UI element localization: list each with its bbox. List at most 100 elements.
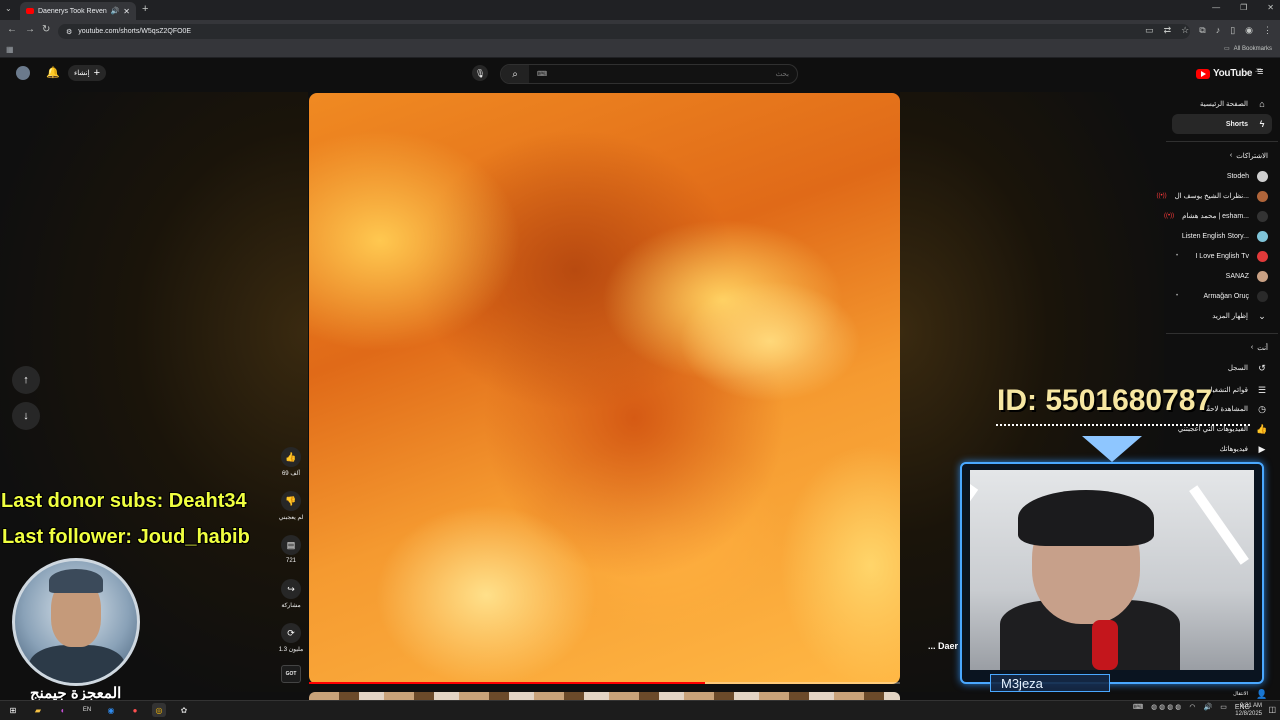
channel-avatar <box>1257 270 1268 282</box>
tray-keyboard-icon[interactable]: ⌨ <box>1133 703 1143 711</box>
streamer-hat-shape <box>49 569 103 593</box>
site-info-icon[interactable]: ⚙ <box>66 28 72 36</box>
close-tab-icon[interactable]: ✕ <box>123 7 130 16</box>
notifications-bell-icon[interactable]: 🔔 <box>46 66 60 79</box>
you-section-header[interactable]: ‹ أنت <box>1172 344 1272 352</box>
system-tray: ⌨ ◍ ◍ ◍ ◍ ◠ 🔊 ▭ ENG <box>1133 703 1250 712</box>
sidebar-subscription-item[interactable]: ((•)) محمد هشام | esham... <box>1164 206 1272 226</box>
tab-list-icon[interactable]: ⌄ <box>5 4 12 13</box>
reload-icon[interactable]: ↻ <box>42 24 50 35</box>
account-avatar[interactable] <box>16 66 30 80</box>
search-input[interactable] <box>547 70 797 78</box>
taskbar-clock[interactable]: 9:31 AM 12/8/2025 <box>1235 702 1262 718</box>
hamburger-menu-icon[interactable]: ≡ <box>1257 66 1263 78</box>
sidebar-item-shorts[interactable]: Shorts ϟ <box>1172 114 1272 134</box>
translate-icon[interactable]: ⇄ <box>1164 25 1172 36</box>
subscription-name: SANAZ <box>1225 272 1249 280</box>
share-icon[interactable]: ↪ <box>281 579 301 599</box>
wifi-icon[interactable]: ◠ <box>1189 703 1195 711</box>
chevron-left-icon: ‹ <box>1250 344 1254 351</box>
stream-id-underline <box>996 420 1250 426</box>
sidebar-subscription-item[interactable]: Stodeh <box>1172 166 1272 186</box>
channel-avatar <box>1257 210 1268 222</box>
sidebar-toggle-icon[interactable]: ▯ <box>1230 25 1235 36</box>
clock-icon: ◷ <box>1258 403 1266 414</box>
video-progress-bar[interactable] <box>309 682 900 684</box>
arrow-down-icon: ↓ <box>23 410 29 422</box>
keyboard-layout-icon[interactable]: EN <box>80 703 94 717</box>
profile-icon[interactable]: ◉ <box>1245 25 1253 36</box>
sidebar-item-history[interactable]: السجل ↺ <box>1172 358 1272 378</box>
subscription-name: محمد هشام | esham... <box>1182 213 1249 220</box>
like-action[interactable]: 👍 69 ألف <box>276 447 306 477</box>
sidebar-subscription-item[interactable]: ((•)) نظرات الشيخ يوسف ال... <box>1156 186 1272 206</box>
remix-icon[interactable]: ⟳ <box>281 623 301 643</box>
app-red-icon[interactable]: ● <box>128 703 142 717</box>
bookmarks-bar <box>0 42 1280 58</box>
maximize-icon[interactable]: ❐ <box>1240 3 1247 12</box>
volume-icon[interactable]: 🔊 <box>1203 703 1212 711</box>
previous-short-button[interactable]: ↑ <box>12 366 40 394</box>
bookmark-star-icon[interactable]: ☆ <box>1181 25 1189 36</box>
search-icon[interactable]: ⌕ <box>501 65 529 83</box>
folder-icon: ▭ <box>1223 46 1230 52</box>
shorts-video-player[interactable] <box>309 93 900 684</box>
address-bar[interactable]: ⚙ youtube.com/shorts/W5qsZ2QFO0E <box>58 24 1190 39</box>
playlist-icon: ☰ <box>1257 384 1267 395</box>
next-short-button[interactable]: ↓ <box>12 402 40 430</box>
chrome-icon[interactable]: ◎ <box>152 703 166 717</box>
file-explorer-icon[interactable]: ▰ <box>31 703 45 717</box>
extensions-icon[interactable]: ⧉ <box>1199 25 1205 36</box>
sidebar-item-home[interactable]: الصفحة الرئيسية ⌂ <box>1172 94 1272 114</box>
comment-icon[interactable]: ▤ <box>281 535 301 555</box>
minimize-icon[interactable]: — <box>1212 3 1220 12</box>
thumbs-down-icon[interactable]: 👎 <box>281 491 301 511</box>
notifications-icon[interactable]: ◫ <box>1268 705 1276 714</box>
dislike-action[interactable]: 👎 لم يعجبني <box>276 491 306 521</box>
show-more-button[interactable]: إظهار المزيد ⌄ <box>1172 306 1272 326</box>
youtube-logo[interactable]: YouTube JO <box>1196 68 1262 79</box>
battery-icon[interactable]: ▭ <box>1220 703 1227 711</box>
plus-icon: + <box>93 67 100 79</box>
tray-app-icons[interactable]: ◍ ◍ ◍ ◍ <box>1151 703 1181 711</box>
new-content-dot-icon: • <box>1176 293 1179 299</box>
sidebar-subscription-item[interactable]: • Armağan Oruç <box>1172 286 1272 306</box>
create-button[interactable]: إنشاء + <box>68 65 106 81</box>
sidebar-subscription-item[interactable]: SANAZ <box>1172 266 1272 286</box>
new-tab-button[interactable]: + <box>142 3 148 15</box>
subscription-name: Stodeh <box>1226 172 1249 180</box>
ring-light-left-shape <box>970 484 979 564</box>
sidebar-subscription-item[interactable]: • I Love English Tv <box>1172 246 1272 266</box>
new-content-dot-icon: • <box>1176 253 1179 259</box>
browser-tab[interactable]: Daenerys Took Revenge 🔊 ✕ <box>20 2 136 20</box>
share-action[interactable]: ↪ مشاركة <box>276 579 306 609</box>
app-icon[interactable]: ◐ <box>56 703 70 717</box>
thumbs-up-icon[interactable]: 👍 <box>281 447 301 467</box>
home-icon: ⌂ <box>1259 99 1265 109</box>
menu-dots-icon[interactable]: ⋮ <box>1263 25 1272 36</box>
all-bookmarks-button[interactable]: ▭ All Bookmarks <box>1223 45 1272 53</box>
app-misc-icon[interactable]: ✿ <box>177 703 191 717</box>
channel-thumbnail[interactable]: GOT <box>281 665 301 683</box>
media-icon[interactable]: ♪ <box>1216 25 1221 36</box>
apps-grid-icon[interactable]: ▦ <box>6 45 14 54</box>
streamer-cap-shape <box>1018 490 1154 546</box>
keyboard-icon[interactable]: ⌨ <box>537 70 547 78</box>
comments-action[interactable]: ▤ 721 <box>276 535 306 564</box>
close-window-icon[interactable]: ✕ <box>1267 3 1274 12</box>
remix-action[interactable]: ⟳ 1.3 مليون <box>276 623 306 653</box>
sidebar-item-your-videos[interactable]: فيديوهاتك ▶ <box>1172 439 1272 459</box>
forward-icon[interactable]: → <box>25 24 35 35</box>
voice-search-icon[interactable]: 🎙 <box>472 65 488 81</box>
speaker-icon: 🔊 <box>110 8 120 15</box>
channel-avatar <box>1257 170 1268 182</box>
cast-icon[interactable]: ▭ <box>1145 25 1154 36</box>
sidebar-subscription-item[interactable]: Listen English Story... <box>1172 226 1272 246</box>
sidebar-item-bottom[interactable]: الانتقال 👤 <box>1172 688 1272 700</box>
last-follower-text: Last follower: Joud_habib <box>2 526 250 548</box>
channel-avatar <box>1257 230 1268 242</box>
edge-icon[interactable]: ◉ <box>104 703 118 717</box>
subscriptions-header[interactable]: ‹ الاشتراكات <box>1172 152 1272 160</box>
start-icon[interactable]: ⊞ <box>6 703 20 717</box>
back-icon[interactable]: ← <box>7 24 17 35</box>
